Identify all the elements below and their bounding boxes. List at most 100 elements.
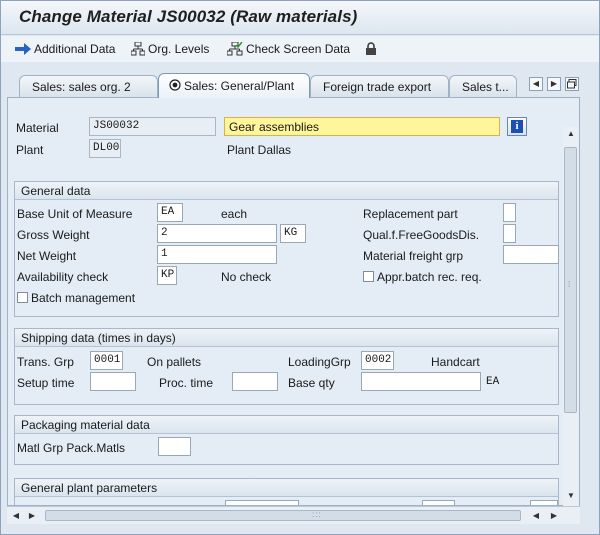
appr-batch-checkbox[interactable] <box>363 271 374 282</box>
chevron-left-icon: ◀ <box>532 511 540 520</box>
chevron-down-icon: ▼ <box>567 491 575 500</box>
sap-window: Change Material JS00032 (Raw materials) … <box>0 0 600 535</box>
setup-time-field[interactable] <box>90 372 136 391</box>
proc-time-field[interactable] <box>232 372 278 391</box>
scroll-down-button[interactable]: ▼ <box>564 489 578 503</box>
gross-weight-field[interactable]: 2 <box>157 224 277 243</box>
net-weight-field[interactable]: 1 <box>157 245 277 264</box>
replacement-part-field[interactable] <box>503 203 516 222</box>
base-uom-label: Base Unit of Measure <box>17 207 133 221</box>
material-freight-grp-field[interactable] <box>503 245 559 264</box>
base-qty-field[interactable] <box>361 372 481 391</box>
chevron-left-icon: ◀ <box>12 511 20 520</box>
scroll-left-end-button[interactable]: ◀ <box>529 509 543 523</box>
base-uom-text: each <box>221 207 248 221</box>
chevron-right-icon: ▶ <box>550 511 558 520</box>
group-header: Shipping data (times in days) <box>15 329 558 347</box>
packaging-material-group: Packaging material data Matl Grp Pack.Ma… <box>14 415 559 465</box>
plant-description: Plant Dallas <box>227 143 292 157</box>
material-freight-grp-label: Material freight grp <box>363 249 464 263</box>
availability-check-label: Availability check <box>17 270 109 284</box>
scroll-right-end-button[interactable]: ▶ <box>547 509 561 523</box>
vertical-scroll-thumb[interactable]: ⁞ <box>564 147 577 413</box>
chevron-left-icon: ◀ <box>532 79 540 88</box>
chevron-right-icon: ▶ <box>28 511 36 520</box>
plant-label: Plant <box>16 143 44 157</box>
tab-foreign-trade-export[interactable]: Foreign trade export <box>310 75 449 97</box>
base-uom-field[interactable]: EA <box>157 203 183 222</box>
scroll-right-button[interactable]: ▶ <box>25 509 39 523</box>
trans-grp-field[interactable]: 0001 <box>90 351 123 370</box>
tab-sales-general-plant[interactable]: Sales: General/Plant <box>158 73 310 98</box>
base-qty-unit: EA <box>486 376 500 388</box>
application-toolbar: Additional Data Org. Levels Check Screen… <box>1 36 599 62</box>
group-header: General data <box>15 182 558 200</box>
check-structure-icon <box>227 42 243 56</box>
qual-free-goods-field[interactable] <box>503 224 516 243</box>
tab-label: Foreign trade export <box>323 80 432 94</box>
batch-management-label: Batch management <box>31 291 136 305</box>
appr-batch-label: Appr.batch rec. req. <box>377 270 482 284</box>
matl-grp-pack-field[interactable] <box>158 437 191 456</box>
tab-label: Sales: General/Plant <box>184 79 295 93</box>
plant-field[interactable]: DL00 <box>89 139 121 158</box>
check-screen-data-label: Check Screen Data <box>246 42 351 56</box>
tab-label: Sales t... <box>462 80 509 94</box>
grip-icon: ⁞ <box>568 280 571 289</box>
grip-icon: ::: <box>312 510 322 519</box>
scroll-left-button[interactable]: ◀ <box>9 509 23 523</box>
scroll-up-button[interactable]: ▲ <box>564 127 578 141</box>
setup-time-label: Setup time <box>17 376 75 390</box>
weight-unit-field[interactable]: KG <box>280 224 306 243</box>
proc-time-label: Proc. time <box>159 376 214 390</box>
availability-check-field[interactable]: KP <box>157 266 177 285</box>
info-icon: i <box>511 120 523 133</box>
lock-button[interactable] <box>365 41 377 57</box>
group-title: General plant parameters <box>21 481 158 495</box>
tab-sales-text[interactable]: Sales t... <box>449 75 517 97</box>
arrow-right-icon <box>15 43 31 55</box>
group-title: Shipping data (times in days) <box>21 331 176 345</box>
org-structure-icon <box>131 42 145 56</box>
tab-list-button[interactable] <box>565 77 579 91</box>
base-qty-label: Base qty <box>288 376 335 390</box>
tab-scroll-right-button[interactable]: ▶ <box>547 77 561 91</box>
tab-strip: Sales: sales org. 2 Sales: General/Plant… <box>1 72 599 98</box>
material-number-field[interactable]: JS00032 <box>89 117 216 136</box>
page-title: Change Material JS00032 (Raw materials) <box>19 7 358 26</box>
tab-scroll-left-button[interactable]: ◀ <box>529 77 543 91</box>
chevron-up-icon: ▲ <box>567 129 575 138</box>
additional-data-label: Additional Data <box>34 42 116 56</box>
loading-grp-field[interactable]: 0002 <box>361 351 394 370</box>
trans-grp-text: On pallets <box>147 355 202 369</box>
tab-content-area: Material JS00032 Gear assemblies Plant D… <box>7 97 580 506</box>
batch-management-checkbox[interactable] <box>17 292 28 303</box>
additional-data-button[interactable]: Additional Data <box>15 41 115 57</box>
material-label: Material <box>16 121 59 135</box>
active-tab-radio-icon <box>169 79 181 91</box>
check-screen-data-button[interactable]: Check Screen Data <box>227 41 350 57</box>
tab-label: Sales: sales org. 2 <box>32 80 131 94</box>
material-description-field[interactable]: Gear assemblies <box>224 117 500 136</box>
loading-grp-text: Handcart <box>431 355 480 369</box>
group-title: Packaging material data <box>21 418 150 432</box>
qual-free-goods-label: Qual.f.FreeGoodsDis. <box>363 228 480 242</box>
group-header: General plant parameters <box>15 479 558 497</box>
matl-grp-pack-label: Matl Grp Pack.Matls <box>17 441 126 455</box>
vertical-scrollbar[interactable]: ▲ ⁞ ▼ <box>563 127 579 506</box>
general-plant-parameters-group: General plant parameters <box>14 478 559 505</box>
chevron-right-icon: ▶ <box>550 79 558 88</box>
tab-list-icon <box>567 79 577 89</box>
org-levels-button[interactable]: Org. Levels <box>131 41 209 57</box>
tab-sales-org-2[interactable]: Sales: sales org. 2 <box>19 75 158 97</box>
org-levels-label: Org. Levels <box>148 42 210 56</box>
replacement-part-label: Replacement part <box>363 207 458 221</box>
shipping-data-group: Shipping data (times in days) Trans. Grp… <box>14 328 559 405</box>
horizontal-scroll-thumb[interactable]: ::: <box>45 510 521 521</box>
title-bar: Change Material JS00032 (Raw materials) <box>1 1 599 35</box>
group-header: Packaging material data <box>15 416 558 434</box>
horizontal-scrollbar[interactable]: ◀ ▶ ::: ◀ ▶ <box>7 506 580 524</box>
net-weight-label: Net Weight <box>17 249 77 263</box>
info-button[interactable]: i <box>507 117 527 136</box>
lock-icon <box>366 42 376 55</box>
